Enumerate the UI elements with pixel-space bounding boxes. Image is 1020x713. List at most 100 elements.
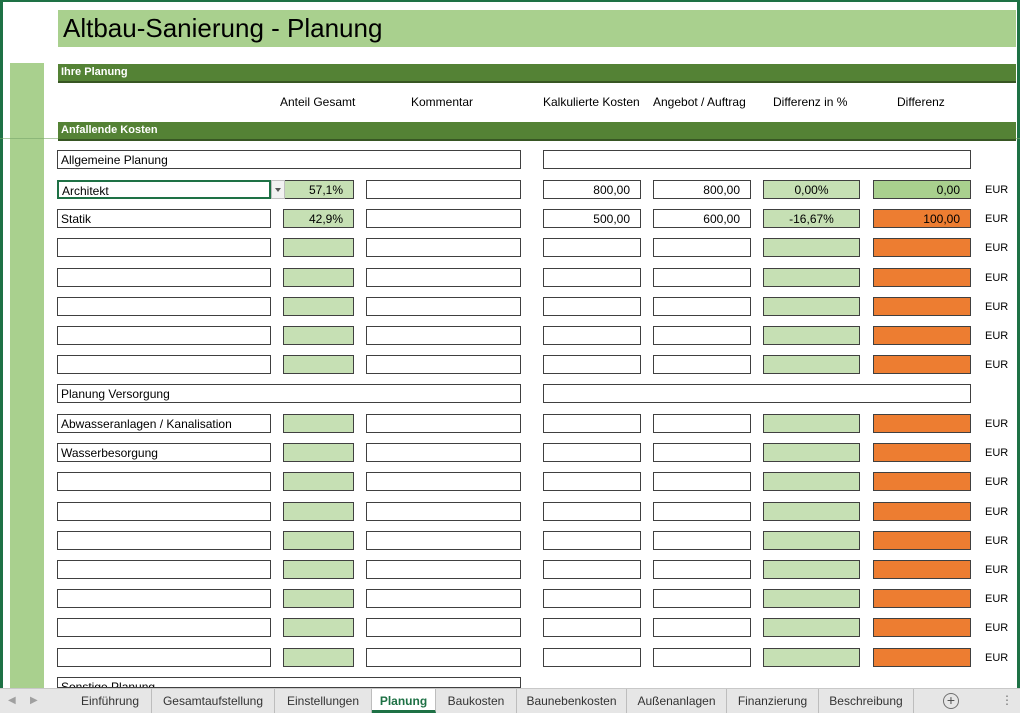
kalkulierte-kosten-cell[interactable] xyxy=(543,297,641,316)
column-header-kommentar: Kommentar xyxy=(411,95,474,109)
group-label-sonstige-planung[interactable]: Sonstige Planung xyxy=(57,677,521,688)
more-options-icon[interactable]: ⋮ xyxy=(1001,693,1013,707)
anteil-gesamt-cell xyxy=(283,560,354,579)
tab-gesamtaufstellung[interactable]: Gesamtaufstellung xyxy=(152,689,275,713)
dropdown-arrow-icon[interactable] xyxy=(271,180,285,199)
kalkulierte-kosten-cell[interactable] xyxy=(543,472,641,491)
tab-finanzierung[interactable]: Finanzierung xyxy=(727,689,819,713)
anteil-gesamt-cell xyxy=(283,238,354,257)
angebot-auftrag-cell[interactable] xyxy=(653,648,751,667)
anteil-gesamt-cell xyxy=(283,618,354,637)
row-name-cell[interactable] xyxy=(57,268,271,287)
section-underline xyxy=(58,139,1016,141)
angebot-auftrag-cell[interactable] xyxy=(653,560,751,579)
tab-einfuehrung[interactable]: Einführung xyxy=(69,689,152,713)
row-name-cell[interactable]: Wasserbesorgung xyxy=(57,443,271,462)
angebot-auftrag-cell[interactable] xyxy=(653,589,751,608)
angebot-auftrag-cell[interactable] xyxy=(653,326,751,345)
kommentar-cell[interactable] xyxy=(366,560,521,579)
row-name-cell[interactable] xyxy=(57,472,271,491)
tab-aussenanlagen[interactable]: Außenanlagen xyxy=(627,689,727,713)
group-label-allgemeine-planung[interactable]: Allgemeine Planung xyxy=(57,150,521,169)
kommentar-cell[interactable] xyxy=(366,472,521,491)
row-name-cell[interactable] xyxy=(57,238,271,257)
kalkulierte-kosten-cell[interactable] xyxy=(543,238,641,257)
kommentar-cell[interactable] xyxy=(366,209,521,228)
kalkulierte-kosten-cell[interactable]: 500,00 xyxy=(543,209,641,228)
kalkulierte-kosten-cell[interactable] xyxy=(543,443,641,462)
kommentar-cell[interactable] xyxy=(366,443,521,462)
anteil-gesamt-cell xyxy=(283,414,354,433)
kalkulierte-kosten-cell[interactable] xyxy=(543,589,641,608)
row-name-cell[interactable] xyxy=(57,297,271,316)
kalkulierte-kosten-cell[interactable] xyxy=(543,268,641,287)
angebot-auftrag-cell[interactable] xyxy=(653,297,751,316)
kommentar-cell[interactable] xyxy=(366,618,521,637)
differenz-prozent-cell xyxy=(763,238,860,257)
angebot-auftrag-cell[interactable] xyxy=(653,414,751,433)
angebot-auftrag-cell[interactable] xyxy=(653,443,751,462)
add-sheet-icon[interactable]: + xyxy=(943,693,959,709)
column-header-angebot: Angebot / Auftrag xyxy=(653,95,746,109)
tab-einstellungen[interactable]: Einstellungen xyxy=(275,689,372,713)
page-title: Altbau-Sanierung - Planung xyxy=(63,13,383,43)
row-name-cell[interactable] xyxy=(57,560,271,579)
kommentar-cell[interactable] xyxy=(366,589,521,608)
differenz-prozent-cell xyxy=(763,355,860,374)
kalkulierte-kosten-cell[interactable] xyxy=(543,618,641,637)
kommentar-cell[interactable] xyxy=(366,297,521,316)
anteil-gesamt-cell xyxy=(283,531,354,550)
kalkulierte-kosten-cell[interactable] xyxy=(543,326,641,345)
group-summary-field[interactable] xyxy=(543,150,971,169)
row-name-cell[interactable]: Architekt xyxy=(57,180,271,199)
row-name-cell[interactable]: Abwasseranlagen / Kanalisation xyxy=(57,414,271,433)
angebot-auftrag-cell[interactable] xyxy=(653,268,751,287)
angebot-auftrag-cell[interactable]: 600,00 xyxy=(653,209,751,228)
group-summary-field[interactable] xyxy=(543,384,971,403)
kommentar-cell[interactable] xyxy=(366,531,521,550)
differenz-cell xyxy=(873,414,971,433)
kommentar-cell[interactable] xyxy=(366,268,521,287)
currency-label: EUR xyxy=(985,447,1009,459)
section-header-costs: Anfallende Kosten xyxy=(58,122,1016,139)
kalkulierte-kosten-cell[interactable] xyxy=(543,414,641,433)
row-name-cell[interactable] xyxy=(57,326,271,345)
currency-label: EUR xyxy=(985,476,1009,488)
scroll-tabs-right-icon[interactable]: ▶ xyxy=(30,695,40,707)
tab-baunebenkosten[interactable]: Baunebenkosten xyxy=(517,689,627,713)
angebot-auftrag-cell[interactable]: 800,00 xyxy=(653,180,751,199)
kalkulierte-kosten-cell[interactable] xyxy=(543,560,641,579)
tab-planung[interactable]: Planung xyxy=(372,689,436,713)
angebot-auftrag-cell[interactable] xyxy=(653,502,751,521)
row-name-cell[interactable]: Statik xyxy=(57,209,271,228)
row-name-cell[interactable] xyxy=(57,589,271,608)
kalkulierte-kosten-cell[interactable]: 800,00 xyxy=(543,180,641,199)
angebot-auftrag-cell[interactable] xyxy=(653,618,751,637)
angebot-auftrag-cell[interactable] xyxy=(653,531,751,550)
row-name-cell[interactable] xyxy=(57,502,271,521)
kommentar-cell[interactable] xyxy=(366,355,521,374)
kalkulierte-kosten-cell[interactable] xyxy=(543,531,641,550)
row-name-cell[interactable] xyxy=(57,355,271,374)
row-name-cell[interactable] xyxy=(57,618,271,637)
angebot-auftrag-cell[interactable] xyxy=(653,238,751,257)
kommentar-cell[interactable] xyxy=(366,180,521,199)
kommentar-cell[interactable] xyxy=(366,238,521,257)
tab-beschreibung[interactable]: Beschreibung xyxy=(819,689,914,713)
scroll-tabs-left-icon[interactable]: ◀ xyxy=(8,695,18,707)
kalkulierte-kosten-cell[interactable] xyxy=(543,355,641,374)
kommentar-cell[interactable] xyxy=(366,648,521,667)
currency-label: EUR xyxy=(985,242,1009,254)
kommentar-cell[interactable] xyxy=(366,326,521,345)
row-name-cell[interactable] xyxy=(57,531,271,550)
kommentar-cell[interactable] xyxy=(366,502,521,521)
row-name-cell[interactable] xyxy=(57,648,271,667)
kommentar-cell[interactable] xyxy=(366,414,521,433)
kalkulierte-kosten-cell[interactable] xyxy=(543,648,641,667)
angebot-auftrag-cell[interactable] xyxy=(653,472,751,491)
angebot-auftrag-cell[interactable] xyxy=(653,355,751,374)
tab-baukosten[interactable]: Baukosten xyxy=(436,689,517,713)
currency-label: EUR xyxy=(985,622,1009,634)
group-label-planung-versorgung[interactable]: Planung Versorgung xyxy=(57,384,521,403)
kalkulierte-kosten-cell[interactable] xyxy=(543,502,641,521)
